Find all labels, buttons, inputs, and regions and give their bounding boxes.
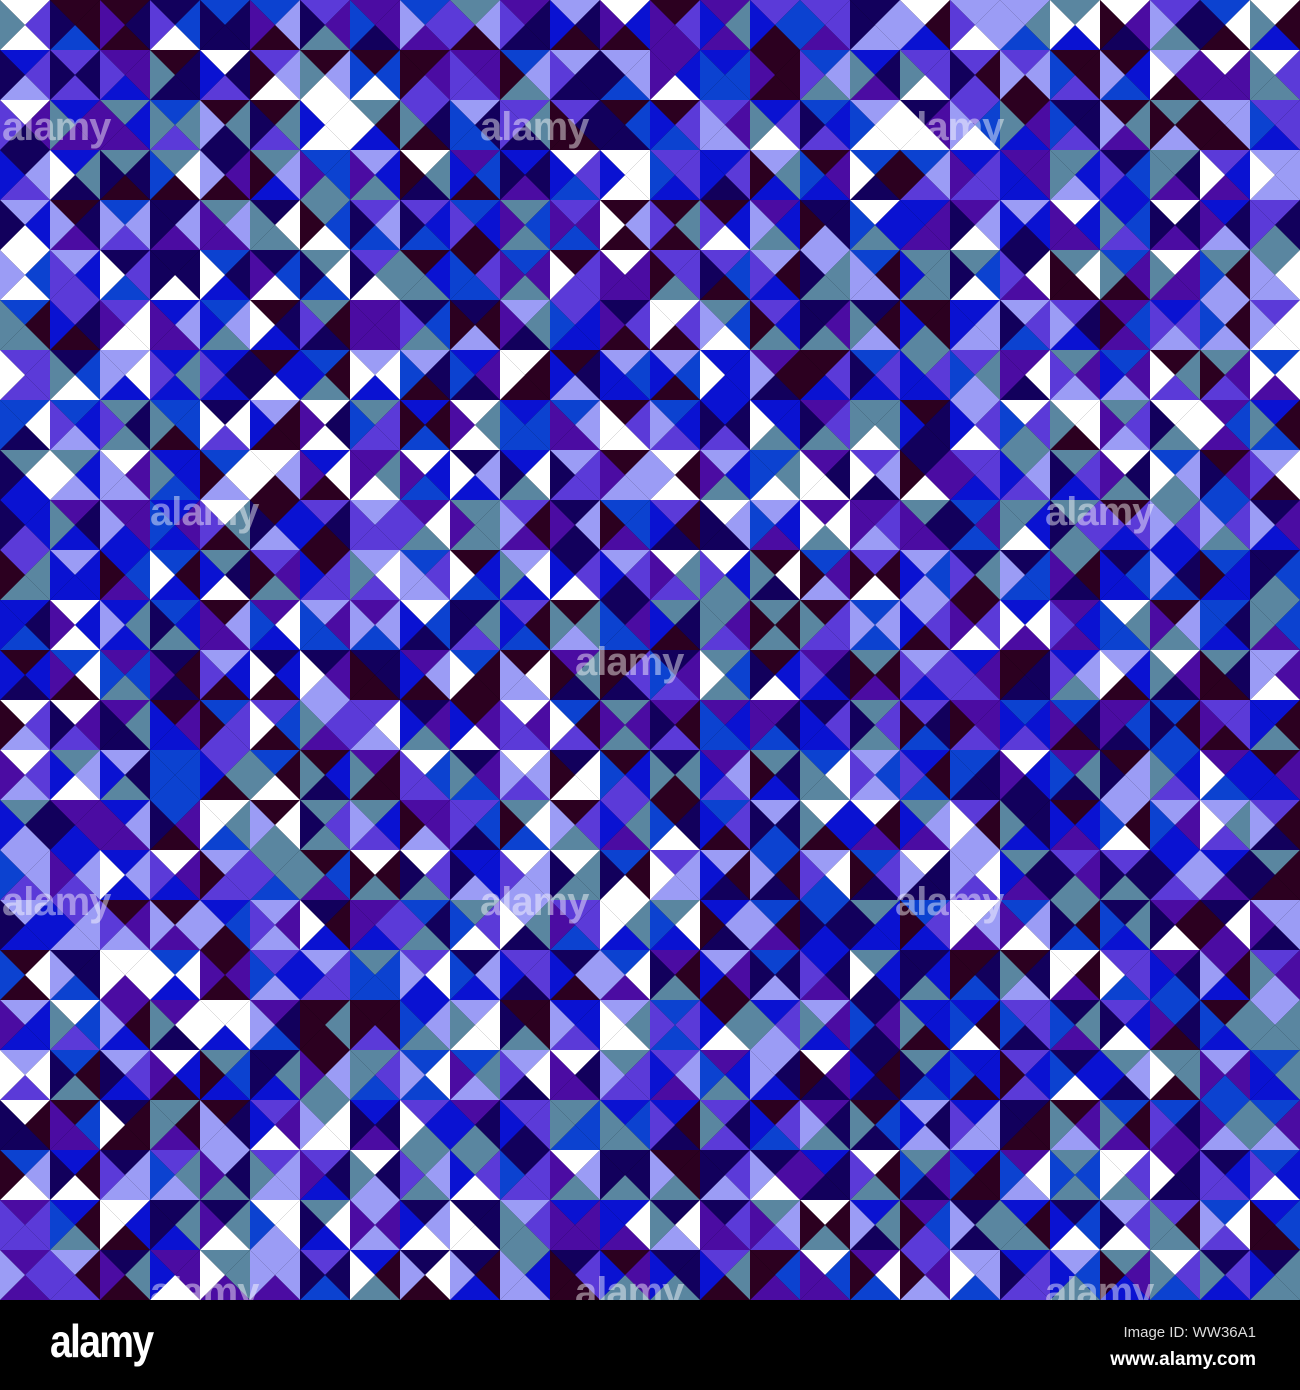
site-url[interactable]: www.alamy.com xyxy=(1110,1349,1256,1371)
triangle-mosaic-pattern xyxy=(0,0,1300,1300)
image-id: Image ID: WW36A1 xyxy=(1123,1324,1256,1341)
alamy-logo: alamy xyxy=(50,1315,154,1367)
footer-bar: alamy Image ID: WW36A1 www.alamy.com xyxy=(0,1300,1300,1390)
image-meta: Image ID: WW36A1 www.alamy.com xyxy=(1110,1324,1256,1371)
